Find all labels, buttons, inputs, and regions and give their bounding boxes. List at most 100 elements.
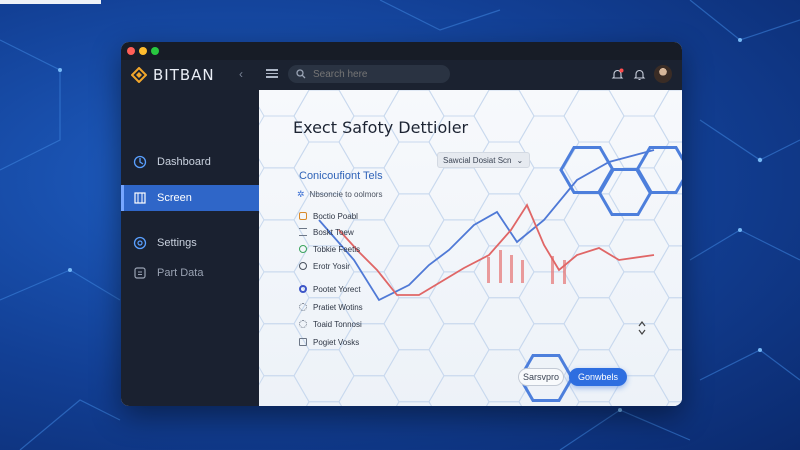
sidebar-item-label: Settings (157, 237, 197, 249)
chart-bar (510, 255, 513, 283)
list-item[interactable]: Erotr Yosir (299, 260, 350, 272)
chart-bar (487, 257, 490, 283)
list-item-label: Erotr Yosir (313, 261, 350, 271)
minimize-window-button[interactable] (139, 47, 147, 55)
dropdown-value: Sawcial Dosiat Scn (443, 155, 512, 165)
hex-cell (259, 323, 310, 377)
hex-cell (518, 219, 580, 273)
hex-cell (653, 349, 682, 403)
list-item[interactable]: Toaid Tonnosi (299, 318, 362, 330)
hex-cell (608, 219, 670, 273)
part-data-icon (134, 267, 146, 279)
settings-icon (133, 236, 147, 250)
avatar[interactable] (654, 65, 672, 83)
page-title: Exect Safoty Dettioler (293, 118, 469, 137)
background-strip (0, 0, 101, 4)
hex-highlight (559, 146, 615, 194)
hex-cell (383, 297, 445, 351)
section-title: Conicoufiont Tels (299, 170, 383, 182)
sidebar-item-label: Dashboard (157, 156, 211, 168)
hex-cell (383, 349, 445, 403)
hex-cell (473, 297, 535, 351)
lock-icon (299, 212, 307, 220)
close-window-button[interactable] (127, 47, 135, 55)
hex-cell (563, 245, 625, 299)
bell-icon[interactable] (633, 68, 646, 81)
subheader-text: Nbsoncie to oolmors (309, 190, 383, 199)
chevron-down-icon: ⌄ (516, 155, 524, 165)
hex-cell (338, 375, 400, 406)
hex-cell (608, 90, 670, 117)
hex-cell (473, 245, 535, 299)
main-panel: Exect Safoty Dettioler Sawcial Dosiat Sc… (259, 90, 682, 406)
hex-cell (653, 193, 682, 247)
hex-cell (485, 401, 523, 406)
list-item[interactable]: Tobkie Feetis (299, 243, 360, 255)
hex-cell (518, 90, 580, 117)
hex-cell (518, 271, 580, 325)
list-item[interactable]: Pootet Yorect (299, 283, 361, 295)
collapse-icon[interactable]: ‹ (239, 67, 243, 81)
hex-cell (428, 90, 490, 117)
subheader: ✲ Nbsoncie to oolmors (297, 189, 382, 200)
list-item[interactable]: Pratiet Wotins (299, 301, 363, 313)
search-bar[interactable] (288, 65, 450, 83)
list-item[interactable]: Boctio Poabl (299, 210, 358, 222)
radio-icon (299, 285, 307, 293)
hex-cell (653, 297, 682, 351)
list-item[interactable]: Boskt Toew (299, 226, 354, 238)
chart-bar (499, 250, 502, 283)
hex-cell (383, 193, 445, 247)
sidebar-item-part-data[interactable]: Part Data (121, 260, 259, 286)
search-input[interactable] (311, 67, 445, 81)
chart-bars (487, 250, 566, 284)
window-titlebar (121, 42, 682, 60)
menu-icon[interactable] (266, 67, 278, 79)
sidebar-item-dashboard[interactable]: Dashboard (121, 149, 259, 175)
hex-cell (428, 167, 490, 221)
hex-cell (653, 90, 682, 143)
chart-bar (521, 260, 524, 283)
sidebar-item-settings[interactable]: Settings (121, 230, 259, 256)
image-icon (299, 338, 307, 346)
sidebar-item-label: Screen (157, 192, 192, 204)
screen-icon (134, 192, 146, 204)
hex-cell (653, 245, 682, 299)
hex-cell (563, 297, 625, 351)
list-item[interactable]: Pogiet Vosks (299, 336, 359, 348)
sidebar-item-screen[interactable]: Screen (121, 185, 259, 211)
hex-cell (428, 323, 490, 377)
hex-cell (259, 271, 310, 325)
hex-cell (383, 141, 445, 195)
hex-cell (259, 375, 310, 406)
hex-cell (608, 271, 670, 325)
list-item-label: Boctio Poabl (313, 211, 358, 221)
list-item-label: Pratiet Wotins (313, 302, 363, 312)
chart-line-red (338, 203, 655, 296)
hex-cell (293, 141, 355, 195)
list-item-label: Toaid Tonnosi (313, 319, 362, 329)
list-item-label: Pootet Yorect (313, 284, 361, 294)
hex-cell (338, 323, 400, 377)
filter-dropdown[interactable]: Sawcial Dosiat Scn ⌄ (437, 152, 530, 168)
dashboard-icon (133, 155, 147, 169)
brand-logo-icon (131, 67, 147, 83)
top-bar: BITBAN ‹ (121, 60, 682, 91)
sidebar-item-label: Part Data (157, 267, 204, 279)
chart-hex-highlight (518, 146, 682, 402)
hex-cell (473, 90, 535, 143)
alert-bell-icon[interactable] (611, 68, 624, 81)
hex-highlight (597, 168, 653, 216)
secondary-button[interactable]: Sarsvpro (518, 368, 564, 386)
brand[interactable]: BITBAN (131, 66, 215, 84)
list-icon (299, 228, 307, 236)
hex-cell (428, 219, 490, 273)
maximize-window-button[interactable] (151, 47, 159, 55)
primary-button[interactable]: Gonwbels (569, 368, 627, 386)
list-item-label: Boskt Toew (313, 227, 354, 237)
search-icon (296, 69, 306, 79)
hex-cell (338, 90, 400, 117)
hex-cell (563, 90, 625, 143)
hex-cell (428, 375, 490, 406)
hex-cell (338, 271, 400, 325)
